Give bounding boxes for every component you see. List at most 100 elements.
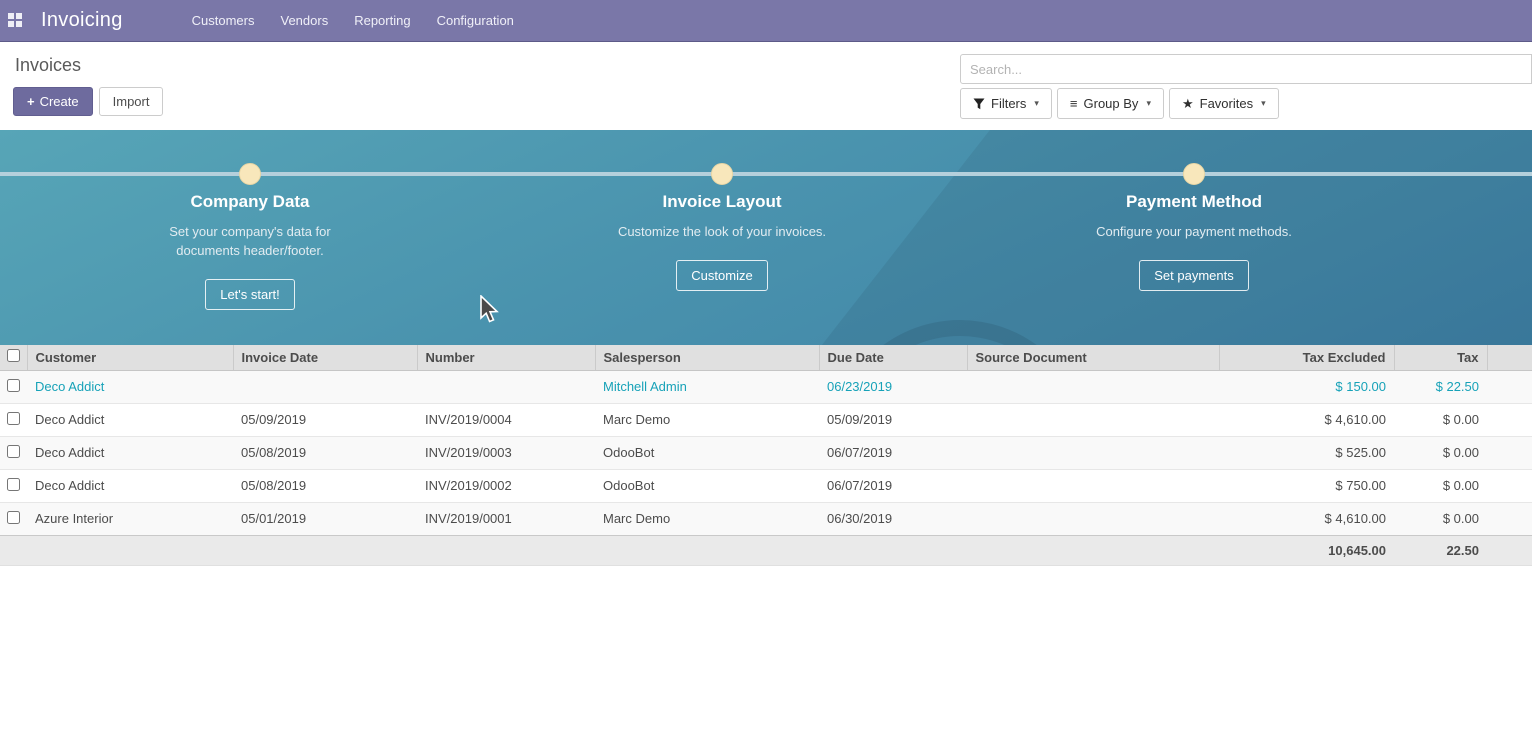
cell-invoice-date: 05/08/2019	[233, 436, 417, 469]
cell-due-date: 05/09/2019	[819, 403, 967, 436]
step-dot-invoice-layout	[711, 163, 733, 185]
cell-tax-excluded: $ 150.00	[1219, 370, 1394, 403]
import-button[interactable]: Import	[99, 87, 164, 116]
customize-button[interactable]: Customize	[676, 260, 767, 291]
lets-start-button[interactable]: Let's start!	[205, 279, 295, 310]
cell-source-document	[967, 502, 1219, 535]
cell-tax: $ 0.00	[1394, 436, 1487, 469]
table-row[interactable]: Deco Addict 05/09/2019 INV/2019/0004 Mar…	[0, 403, 1532, 436]
cell-number: INV/2019/0003	[417, 436, 595, 469]
column-header-filler	[1487, 345, 1532, 370]
nav-item-configuration[interactable]: Configuration	[424, 0, 527, 42]
table-row[interactable]: Azure Interior 05/01/2019 INV/2019/0001 …	[0, 502, 1532, 535]
cell-number: INV/2019/0002	[417, 469, 595, 502]
search-facets: Filters ▾ ≡ Group By ▾ ★ Favorites ▾	[960, 88, 1279, 119]
row-checkbox[interactable]	[7, 511, 20, 524]
select-all-checkbox[interactable]	[7, 349, 20, 362]
apps-grid-icon[interactable]	[8, 13, 23, 28]
cell-due-date: 06/30/2019	[819, 502, 967, 535]
page-title: Invoices	[15, 55, 81, 76]
column-header-source-document[interactable]: Source Document	[967, 345, 1219, 370]
plus-icon: +	[27, 94, 35, 109]
search-input[interactable]	[960, 54, 1532, 84]
column-header-tax[interactable]: Tax	[1394, 345, 1487, 370]
row-checkbox[interactable]	[7, 379, 20, 392]
column-header-salesperson[interactable]: Salesperson	[595, 345, 819, 370]
cell-tax: $ 0.00	[1394, 502, 1487, 535]
onboarding-banner: Company Data Set your company's data for…	[0, 130, 1532, 345]
top-navbar: Invoicing Customers Vendors Reporting Co…	[0, 0, 1532, 42]
cell-invoice-date: 05/09/2019	[233, 403, 417, 436]
chevron-down-icon: ▾	[1034, 98, 1039, 109]
chevron-down-icon: ▾	[1146, 98, 1151, 109]
star-icon: ★	[1182, 96, 1194, 112]
funnel-icon	[973, 98, 985, 110]
cell-customer: Azure Interior	[27, 502, 233, 535]
table-row[interactable]: Deco Addict 05/08/2019 INV/2019/0002 Odo…	[0, 469, 1532, 502]
cell-due-date: 06/07/2019	[819, 436, 967, 469]
step-description: Configure your payment methods.	[1083, 222, 1305, 241]
cell-customer: Deco Addict	[27, 403, 233, 436]
action-buttons: +Create Import	[13, 87, 163, 116]
cell-invoice-date: 05/08/2019	[233, 469, 417, 502]
nav-item-customers[interactable]: Customers	[179, 0, 268, 42]
group-by-dropdown[interactable]: ≡ Group By ▾	[1057, 88, 1164, 119]
cell-tax-excluded: $ 525.00	[1219, 436, 1394, 469]
cell-due-date: 06/23/2019	[819, 370, 967, 403]
cell-tax: $ 0.00	[1394, 469, 1487, 502]
table-row[interactable]: Deco Addict Mitchell Admin 06/23/2019 $ …	[0, 370, 1532, 403]
cell-salesperson: Marc Demo	[595, 403, 819, 436]
cell-number: INV/2019/0004	[417, 403, 595, 436]
app-title[interactable]: Invoicing	[41, 9, 123, 32]
cell-tax-excluded: $ 750.00	[1219, 469, 1394, 502]
cell-salesperson: Mitchell Admin	[595, 370, 819, 403]
nav-menu: Customers Vendors Reporting Configuratio…	[179, 0, 527, 42]
favorites-label: Favorites	[1200, 96, 1253, 111]
step-description: Set your company's data for documents he…	[139, 222, 361, 260]
filters-dropdown[interactable]: Filters ▾	[960, 88, 1052, 119]
cell-source-document	[967, 469, 1219, 502]
cell-tax-excluded: $ 4,610.00	[1219, 502, 1394, 535]
cell-tax: $ 22.50	[1394, 370, 1487, 403]
cell-source-document	[967, 436, 1219, 469]
set-payments-button[interactable]: Set payments	[1139, 260, 1249, 291]
cell-customer: Deco Addict	[27, 370, 233, 403]
column-header-customer[interactable]: Customer	[27, 345, 233, 370]
cell-number	[417, 370, 595, 403]
row-checkbox[interactable]	[7, 445, 20, 458]
column-header-number[interactable]: Number	[417, 345, 595, 370]
create-button[interactable]: +Create	[13, 87, 93, 116]
cell-source-document	[967, 370, 1219, 403]
cell-due-date: 06/07/2019	[819, 469, 967, 502]
row-checkbox[interactable]	[7, 412, 20, 425]
cell-customer: Deco Addict	[27, 436, 233, 469]
step-title: Payment Method	[1034, 192, 1354, 212]
cell-customer: Deco Addict	[27, 469, 233, 502]
filters-label: Filters	[991, 96, 1026, 111]
cell-salesperson: OdooBot	[595, 469, 819, 502]
cell-tax: $ 0.00	[1394, 403, 1487, 436]
cell-salesperson: OdooBot	[595, 436, 819, 469]
total-tax: 22.50	[1394, 535, 1487, 565]
cell-salesperson: Marc Demo	[595, 502, 819, 535]
column-header-tax-excluded[interactable]: Tax Excluded	[1219, 345, 1394, 370]
column-header-due-date[interactable]: Due Date	[819, 345, 967, 370]
step-title: Invoice Layout	[562, 192, 882, 212]
step-dot-company-data	[239, 163, 261, 185]
nav-item-vendors[interactable]: Vendors	[268, 0, 342, 42]
cell-source-document	[967, 403, 1219, 436]
onboarding-step-company-data: Company Data Set your company's data for…	[90, 192, 410, 310]
onboarding-step-invoice-layout: Invoice Layout Customize the look of you…	[562, 192, 882, 291]
step-dot-payment-method	[1183, 163, 1205, 185]
table-row[interactable]: Deco Addict 05/08/2019 INV/2019/0003 Odo…	[0, 436, 1532, 469]
onboarding-step-payment-method: Payment Method Configure your payment me…	[1034, 192, 1354, 291]
row-checkbox[interactable]	[7, 478, 20, 491]
favorites-dropdown[interactable]: ★ Favorites ▾	[1169, 88, 1279, 119]
cell-invoice-date: 05/01/2019	[233, 502, 417, 535]
cell-invoice-date	[233, 370, 417, 403]
table-footer-row: 10,645.00 22.50	[0, 535, 1532, 565]
group-by-label: Group By	[1084, 96, 1139, 111]
nav-item-reporting[interactable]: Reporting	[341, 0, 423, 42]
cell-tax-excluded: $ 4,610.00	[1219, 403, 1394, 436]
column-header-invoice-date[interactable]: Invoice Date	[233, 345, 417, 370]
